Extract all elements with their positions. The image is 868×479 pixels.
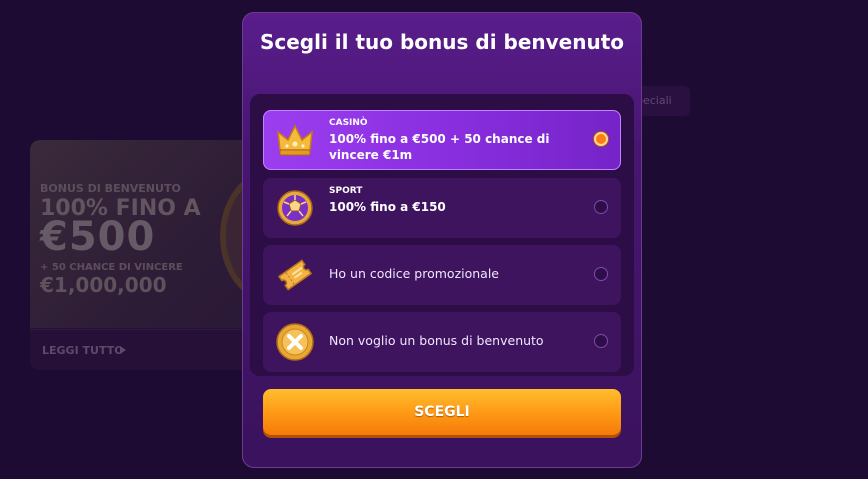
option-text: Non voglio un bonus di benvenuto bbox=[329, 333, 544, 348]
radio-unselected[interactable] bbox=[594, 267, 608, 281]
banner-line-4: + 50 CHANCE DI VINCERE bbox=[40, 262, 183, 273]
option-category: SPORT bbox=[329, 186, 363, 196]
choose-button[interactable]: SCEGLI bbox=[263, 389, 621, 435]
read-more-link: LEGGI TUTTO bbox=[42, 344, 124, 357]
crown-icon bbox=[277, 124, 313, 156]
soccer-ball-icon bbox=[277, 190, 313, 226]
option-promo-code[interactable]: Ho un codice promozionale bbox=[263, 245, 621, 305]
banner-line-3: €500 bbox=[40, 214, 156, 260]
option-casino[interactable]: CASINÒ 100% fino a €500 + 50 chance di v… bbox=[263, 110, 621, 170]
radio-selected[interactable] bbox=[594, 132, 608, 146]
option-sport[interactable]: SPORT 100% fino a €150 bbox=[263, 178, 621, 238]
radio-unselected[interactable] bbox=[594, 334, 608, 348]
modal-title: Scegli il tuo bonus di benvenuto bbox=[259, 30, 625, 54]
chevron-right-icon bbox=[120, 346, 126, 354]
option-text: 100% fino a €500 + 50 chance di vincere … bbox=[329, 132, 550, 162]
option-category: CASINÒ bbox=[329, 118, 368, 128]
option-no-bonus[interactable]: Non voglio un bonus di benvenuto bbox=[263, 312, 621, 372]
card-divider bbox=[30, 329, 260, 330]
radio-unselected[interactable] bbox=[594, 200, 608, 214]
option-text: Ho un codice promozionale bbox=[329, 266, 500, 281]
banner-line-1: BONUS DI BENVENUTO bbox=[40, 182, 181, 195]
welcome-bonus-modal: Scegli il tuo bonus di benvenuto CASINÒ … bbox=[242, 12, 642, 468]
no-bonus-coin-icon bbox=[276, 323, 314, 361]
banner-line-5: €1,000,000 bbox=[40, 273, 167, 297]
ticket-icon bbox=[277, 259, 313, 291]
option-text: 100% fino a €150 bbox=[329, 200, 446, 214]
